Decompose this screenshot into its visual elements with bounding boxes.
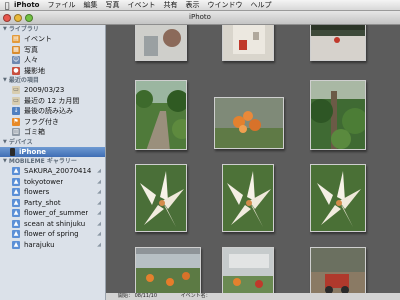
sidebar-item-gallery-album[interactable]: ▲ Party_shot ◢ bbox=[0, 198, 105, 209]
sidebar-item-gallery-album[interactable]: ▲ tokyotower ◢ bbox=[0, 177, 105, 188]
sidebar-item-events[interactable]: ▤ イベント bbox=[0, 34, 105, 45]
photo-thumbnail[interactable] bbox=[222, 247, 274, 297]
sidebar-item-last-12-months[interactable]: ▭ 最近の 12 カ月間 bbox=[0, 96, 105, 107]
sidebar-item-gallery-album[interactable]: ▲ SAKURA_20070414 ◢ bbox=[0, 166, 105, 177]
menu-file[interactable]: ファイル bbox=[47, 0, 75, 10]
photo-image bbox=[223, 165, 273, 231]
photo-image bbox=[311, 165, 365, 231]
photo-thumbnail[interactable] bbox=[135, 25, 187, 61]
photo-image bbox=[136, 165, 186, 231]
photo-thumbnail[interactable] bbox=[310, 25, 366, 61]
photo-image bbox=[311, 81, 365, 149]
gallery-album-icon: ▲ bbox=[12, 219, 20, 228]
gallery-album-icon: ▲ bbox=[12, 240, 20, 249]
menu-events[interactable]: イベント bbox=[127, 0, 155, 10]
gallery-album-icon: ▲ bbox=[12, 209, 20, 218]
sidebar-item-gallery-album[interactable]: ▲ harajuku ◢ bbox=[0, 240, 105, 251]
gallery-album-icon: ▲ bbox=[12, 177, 20, 186]
app-menu[interactable]: iPhoto bbox=[14, 1, 39, 9]
photos-icon: ▦ bbox=[12, 45, 20, 54]
event-start-date: 開始： 08/11/10 bbox=[118, 293, 158, 299]
recent-section-header[interactable]: ▼ 最近の項目 bbox=[0, 76, 105, 85]
sidebar-item-photos[interactable]: ▦ 写真 bbox=[0, 45, 105, 56]
apple-menu-icon[interactable]:  bbox=[0, 1, 14, 10]
photo-grid bbox=[106, 25, 400, 300]
import-icon: ↓ bbox=[12, 107, 20, 116]
menu-photos[interactable]: 写真 bbox=[105, 0, 119, 10]
window-titlebar[interactable]: iPhoto bbox=[0, 11, 400, 25]
events-icon: ▤ bbox=[12, 35, 20, 44]
mobileme-gallery-section-header[interactable]: ▼ MOBILEME ギャラリー bbox=[0, 157, 105, 166]
photo-image bbox=[311, 25, 365, 60]
sidebar-item-2009-03-23[interactable]: ▭ 2009/03/23 bbox=[0, 85, 105, 96]
disclosure-triangle-icon[interactable]: ▼ bbox=[3, 25, 7, 34]
gallery-album-icon: ▲ bbox=[12, 198, 20, 207]
menu-window[interactable]: ウインドウ bbox=[207, 0, 242, 10]
sidebar-item-iphone[interactable]: iPhone bbox=[0, 146, 105, 157]
source-list-sidebar: ▼ ライブラリ ▤ イベント ▦ 写真 ☺ 人々 ● 撮影地 ▼ 最近の項目 ▭ 2009/0… bbox=[0, 25, 106, 300]
share-icon: ◢ bbox=[97, 178, 101, 185]
share-icon: ◢ bbox=[97, 199, 101, 206]
photo-image bbox=[136, 248, 200, 296]
photo-thumbnail[interactable] bbox=[135, 247, 201, 297]
photo-thumbnail[interactable] bbox=[310, 80, 366, 150]
gallery-album-icon: ▲ bbox=[12, 188, 20, 197]
sidebar-item-gallery-album[interactable]: ▲ flower_of_summer ◢ bbox=[0, 208, 105, 219]
disclosure-triangle-icon[interactable]: ▼ bbox=[3, 76, 7, 85]
sidebar-item-gallery-album[interactable]: ▲ flowers ◢ bbox=[0, 187, 105, 198]
photo-image bbox=[223, 25, 273, 60]
sidebar-item-last-import[interactable]: ↓ 最後の読み込み bbox=[0, 106, 105, 117]
photo-thumbnail[interactable] bbox=[214, 97, 284, 149]
menu-share[interactable]: 共有 bbox=[163, 0, 177, 10]
share-icon: ◢ bbox=[97, 231, 101, 238]
share-icon: ◢ bbox=[97, 220, 101, 227]
share-icon: ◢ bbox=[97, 210, 101, 217]
share-icon: ◢ bbox=[97, 189, 101, 196]
share-icon: ◢ bbox=[97, 241, 101, 248]
places-icon: ● bbox=[12, 66, 20, 75]
menu-view[interactable]: 表示 bbox=[185, 0, 199, 10]
sidebar-item-people[interactable]: ☺ 人々 bbox=[0, 55, 105, 66]
sidebar-item-gallery-album[interactable]: ▲ flower of spring ◢ bbox=[0, 229, 105, 240]
devices-section-header[interactable]: ▼ デバイス bbox=[0, 138, 105, 147]
window-title: iPhoto bbox=[189, 13, 211, 21]
photo-image bbox=[215, 98, 283, 148]
calendar-icon: ▭ bbox=[12, 96, 20, 105]
sidebar-item-gallery-album[interactable]: ▲ scean at shinjuku ◢ bbox=[0, 219, 105, 230]
photo-image bbox=[136, 81, 186, 149]
menu-help[interactable]: ヘルプ bbox=[250, 0, 271, 10]
gallery-album-icon: ▲ bbox=[12, 167, 20, 176]
event-name-label: イベント名： bbox=[180, 293, 211, 299]
photo-image bbox=[223, 248, 273, 296]
sidebar-item-flagged[interactable]: ⚑ フラグ付き bbox=[0, 117, 105, 128]
trash-icon: ▥ bbox=[12, 128, 20, 137]
people-icon: ☺ bbox=[12, 56, 20, 65]
photo-thumbnail[interactable] bbox=[222, 164, 274, 232]
calendar-icon: ▭ bbox=[12, 86, 20, 95]
photo-image bbox=[136, 25, 186, 60]
menu-bar:  iPhoto ファイル 編集 写真 イベント 共有 表示 ウインドウ ヘルプ bbox=[0, 0, 400, 11]
sidebar-item-trash[interactable]: ▥ ゴミ箱 bbox=[0, 127, 105, 138]
iphone-icon bbox=[10, 147, 15, 156]
photo-thumbnail[interactable] bbox=[135, 80, 187, 150]
share-icon: ◢ bbox=[97, 168, 101, 175]
photo-thumbnail[interactable] bbox=[310, 164, 366, 232]
disclosure-triangle-icon[interactable]: ▼ bbox=[3, 157, 7, 166]
menu-edit[interactable]: 編集 bbox=[83, 0, 97, 10]
photo-info-bar: 開始： 08/11/10 イベント名： bbox=[106, 293, 400, 300]
flag-icon: ⚑ bbox=[12, 117, 20, 126]
photo-thumbnail[interactable] bbox=[222, 25, 274, 61]
gallery-album-icon: ▲ bbox=[12, 230, 20, 239]
photo-thumbnail[interactable] bbox=[135, 164, 187, 232]
sidebar-item-places[interactable]: ● 撮影地 bbox=[0, 66, 105, 77]
disclosure-triangle-icon[interactable]: ▼ bbox=[3, 138, 7, 147]
library-section-header[interactable]: ▼ ライブラリ bbox=[0, 25, 105, 34]
photo-image bbox=[311, 248, 365, 296]
photo-thumbnail[interactable] bbox=[310, 247, 366, 297]
